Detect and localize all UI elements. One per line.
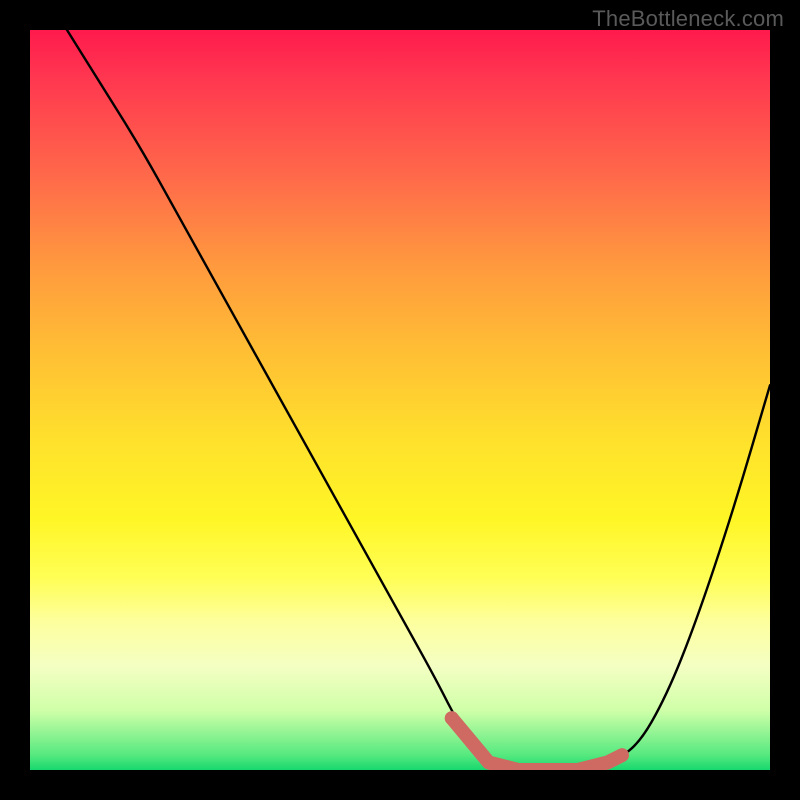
chart-frame: TheBottleneck.com bbox=[0, 0, 800, 800]
optimal-range-marker bbox=[452, 718, 622, 770]
bottleneck-curve bbox=[67, 30, 770, 770]
attribution-label: TheBottleneck.com bbox=[592, 6, 784, 32]
optimal-range-start-dot bbox=[445, 711, 459, 725]
chart-svg bbox=[30, 30, 770, 770]
plot-area bbox=[30, 30, 770, 770]
